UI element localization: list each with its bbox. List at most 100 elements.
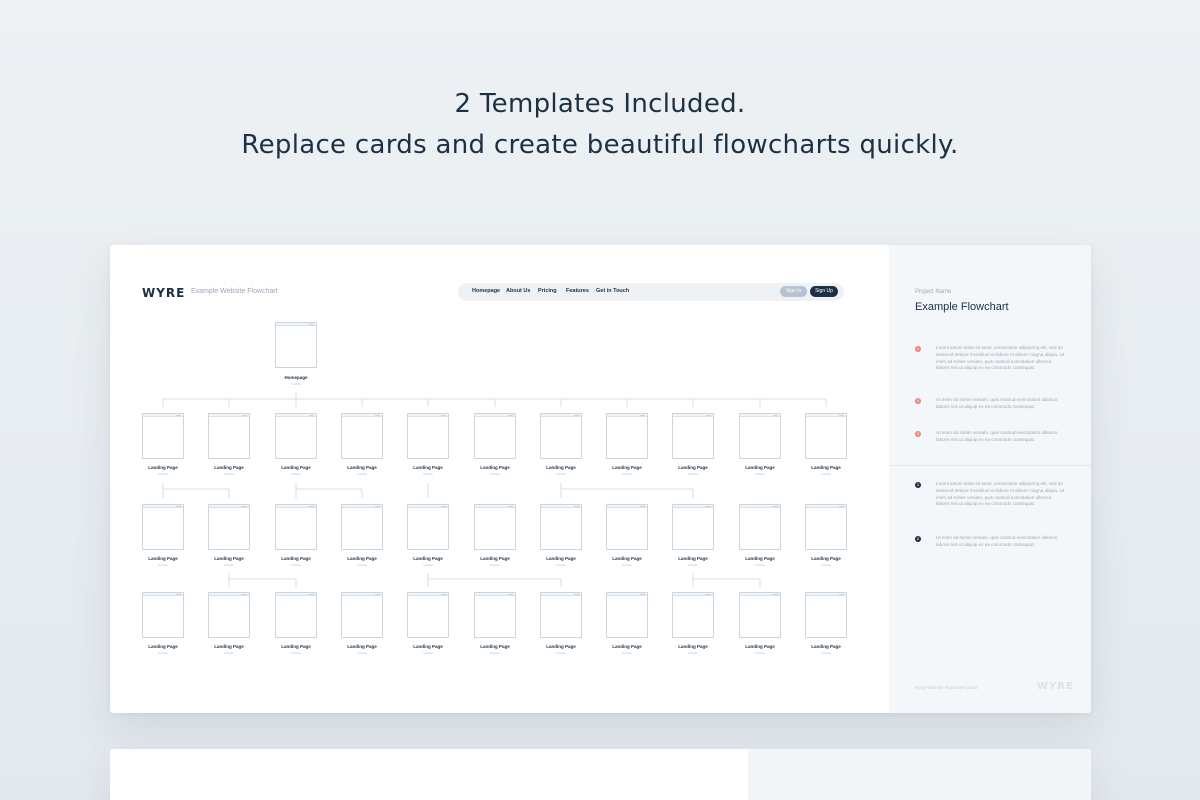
landing-page-card[interactable]	[739, 592, 781, 638]
landing-page-card[interactable]	[540, 504, 582, 550]
landing-page-label: Landing Page	[811, 644, 841, 649]
note-number-badge: 3	[915, 431, 921, 437]
landing-page-label: Landing Page	[413, 556, 443, 561]
headline-line-2: Replace cards and create beautiful flowc…	[241, 130, 959, 160]
landing-page-card[interactable]	[606, 413, 648, 459]
flowchart-template-card: WYRE Example Website Flowchart Homepage …	[110, 245, 1091, 713]
landing-page-label: Landing Page	[678, 644, 708, 649]
note-text: Ut enim ad minim veniam, quis nostrud ex…	[936, 397, 1058, 409]
landing-page-card[interactable]	[341, 592, 383, 638]
landing-page-label: Landing Page	[347, 465, 377, 470]
footer-caption: Pixey Website Flowchart Cards	[915, 685, 978, 690]
landing-page-card[interactable]	[805, 592, 847, 638]
landing-page-sub: Subtitle	[223, 651, 234, 655]
project-name: Example Flowchart	[915, 301, 1009, 313]
landing-page-label: Landing Page	[347, 644, 377, 649]
landing-page-card[interactable]	[407, 592, 449, 638]
landing-page-label: Landing Page	[612, 465, 642, 470]
landing-page-sub: Subtitle	[290, 472, 301, 476]
second-template-card-preview	[110, 749, 1091, 800]
landing-page-card[interactable]	[474, 592, 516, 638]
landing-page-sub: Subtitle	[157, 651, 168, 655]
landing-page-sub: Subtitle	[157, 563, 168, 567]
landing-page-card[interactable]	[208, 592, 250, 638]
homepage-card-sub: Subtitle	[290, 382, 301, 386]
landing-page-label: Landing Page	[546, 556, 576, 561]
landing-page-sub: Subtitle	[754, 472, 765, 476]
landing-page-card[interactable]	[672, 504, 714, 550]
landing-page-card[interactable]	[407, 413, 449, 459]
landing-page-sub: Subtitle	[621, 563, 632, 567]
note-text: Ut enim ad minim veniam, quis nostrud ex…	[936, 430, 1058, 442]
note-text: Lorem ipsum dolor sit amet, consectetur …	[936, 345, 1064, 371]
landing-page-sub: Subtitle	[687, 651, 698, 655]
landing-page-card[interactable]	[540, 592, 582, 638]
landing-page-label: Landing Page	[214, 644, 244, 649]
landing-page-card[interactable]	[540, 413, 582, 459]
headline-line-1: 2 Templates Included.	[454, 89, 746, 119]
note-number-badge: 2	[915, 536, 921, 542]
landing-page-label: Landing Page	[546, 644, 576, 649]
landing-page-sub: Subtitle	[290, 563, 301, 567]
landing-page-sub: Subtitle	[290, 651, 301, 655]
note-number-badge: 1	[915, 346, 921, 352]
landing-page-card[interactable]	[142, 504, 184, 550]
landing-page-card[interactable]	[474, 413, 516, 459]
landing-page-label: Landing Page	[148, 556, 178, 561]
flow-connectors	[162, 392, 827, 587]
landing-page-sub: Subtitle	[356, 472, 367, 476]
landing-page-card[interactable]	[739, 504, 781, 550]
landing-page-sub: Subtitle	[223, 563, 234, 567]
landing-page-card[interactable]	[606, 592, 648, 638]
landing-page-card[interactable]	[805, 504, 847, 550]
notes-side-panel: Project Name Example Flowchart 1 Lorem i…	[889, 245, 1091, 713]
landing-page-card[interactable]	[142, 413, 184, 459]
landing-page-sub: Subtitle	[621, 472, 632, 476]
landing-page-sub: Subtitle	[687, 472, 698, 476]
landing-page-label: Landing Page	[811, 556, 841, 561]
landing-page-sub: Subtitle	[157, 472, 168, 476]
landing-page-label: Landing Page	[745, 465, 775, 470]
note-number-badge: 2	[915, 398, 921, 404]
note-text: Lorem ipsum dolor sit amet, consectetur …	[936, 481, 1064, 507]
landing-page-label: Landing Page	[612, 556, 642, 561]
landing-page-label: Landing Page	[281, 465, 311, 470]
landing-page-card[interactable]	[341, 413, 383, 459]
landing-page-card[interactable]	[672, 592, 714, 638]
landing-page-sub: Subtitle	[356, 651, 367, 655]
landing-page-card[interactable]	[275, 592, 317, 638]
landing-page-card[interactable]	[805, 413, 847, 459]
landing-page-sub: Subtitle	[621, 651, 632, 655]
landing-page-sub: Subtitle	[489, 472, 500, 476]
landing-page-sub: Subtitle	[555, 651, 566, 655]
landing-page-label: Landing Page	[413, 465, 443, 470]
landing-page-card[interactable]	[341, 504, 383, 550]
landing-page-label: Landing Page	[811, 465, 841, 470]
landing-page-label: Landing Page	[745, 644, 775, 649]
landing-page-sub: Subtitle	[422, 472, 433, 476]
landing-page-label: Landing Page	[281, 644, 311, 649]
homepage-card[interactable]	[275, 322, 317, 368]
second-template-side-panel	[748, 749, 1091, 800]
landing-page-sub: Subtitle	[356, 563, 367, 567]
landing-page-sub: Subtitle	[555, 563, 566, 567]
landing-page-sub: Subtitle	[422, 563, 433, 567]
landing-page-card[interactable]	[739, 413, 781, 459]
landing-page-label: Landing Page	[214, 465, 244, 470]
landing-page-sub: Subtitle	[223, 472, 234, 476]
landing-page-card[interactable]	[208, 413, 250, 459]
landing-page-label: Landing Page	[214, 556, 244, 561]
landing-page-label: Landing Page	[480, 556, 510, 561]
landing-page-card[interactable]	[672, 413, 714, 459]
landing-page-card[interactable]	[208, 504, 250, 550]
landing-page-sub: Subtitle	[489, 651, 500, 655]
landing-page-card[interactable]	[142, 592, 184, 638]
landing-page-card[interactable]	[606, 504, 648, 550]
landing-page-label: Landing Page	[546, 465, 576, 470]
landing-page-card[interactable]	[474, 504, 516, 550]
landing-page-card[interactable]	[407, 504, 449, 550]
landing-page-card[interactable]	[275, 504, 317, 550]
note-number-badge: 1	[915, 482, 921, 488]
homepage-card-label: Homepage	[284, 375, 308, 380]
landing-page-card[interactable]	[275, 413, 317, 459]
